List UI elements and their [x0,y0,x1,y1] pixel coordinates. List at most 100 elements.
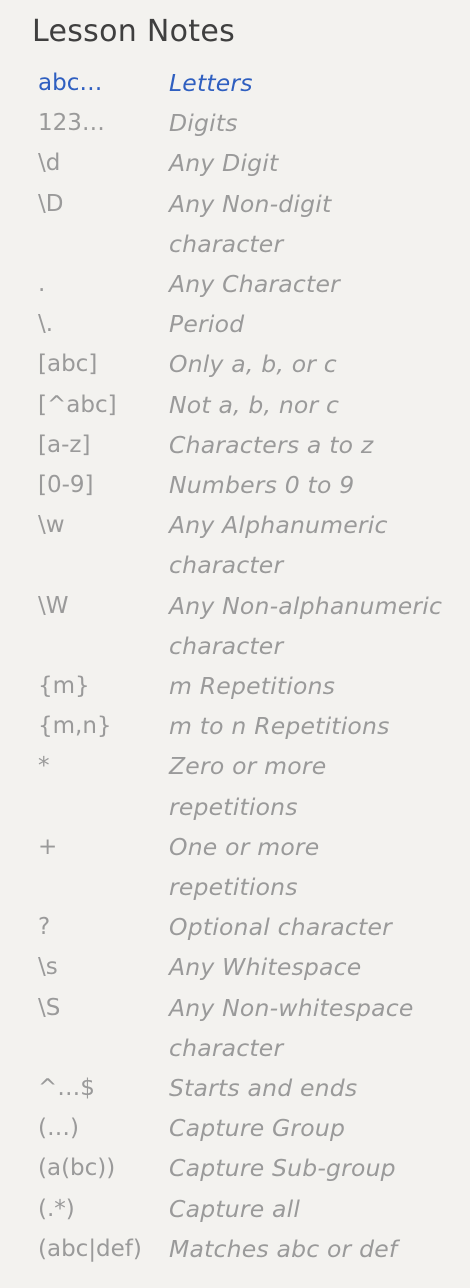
lesson-note-description-line: Capture Group [169,1114,346,1143]
lesson-note-description-line: Optional character [169,913,392,942]
lesson-notes-list: abc… Letters 123… Digits \d Any Digit \D Any No… [38,63,468,1269]
lesson-note-item[interactable]: [^abc] Not a, b, nor c [38,385,468,425]
lesson-note-description-line: Characters a to z [169,430,374,459]
lesson-note-description: Any Character [169,264,340,304]
lesson-note-item[interactable]: \S Any Non-whitespace character [38,988,468,1068]
lesson-note-symbol: [abc] [38,351,98,378]
lesson-note-symbol: \d [38,150,61,177]
lesson-note-description: Digits [169,103,238,143]
lesson-note-description-line: Capture Sub-group [169,1154,396,1183]
lesson-note-description-line: character [169,229,284,258]
lesson-note-symbol: [a-z] [38,431,91,458]
lesson-note-description-line: Any Character [169,270,340,299]
lesson-note-description: Characters a to z [169,425,373,465]
lesson-note-description-line: Digits [169,109,238,138]
lesson-note-description: Capture all [169,1189,300,1229]
lesson-note-symbol: {m} [38,673,90,700]
lesson-note-description: Zero or more repetitions [169,746,326,826]
lesson-note-description-line: repetitions [169,792,298,821]
lesson-note-description: Any Alphanumeric character [169,505,388,585]
lesson-note-symbol: \S [38,994,61,1021]
lesson-note-item[interactable]: (.*) Capture all [38,1189,468,1229]
lesson-note-description-line: Any Digit [169,149,279,178]
lesson-note-symbol: * [38,753,50,780]
lesson-note-description-line: Starts and ends [169,1074,358,1103]
lesson-note-item[interactable]: [abc] Only a, b, or c [38,344,468,384]
lesson-note-item[interactable]: (abc|def) Matches abc or def [38,1229,468,1269]
lesson-notes-heading: Lesson Notes [32,14,236,49]
lesson-note-description-line: Zero or more [169,752,327,781]
lesson-note-description-line: Not a, b, nor c [169,390,340,419]
lesson-note-symbol: [^abc] [38,391,117,418]
lesson-note-description-line: m to n Repetitions [169,712,390,741]
lesson-note-symbol: (.*) [38,1195,75,1222]
lesson-note-description-line: Any Non-alphanumeric [169,591,443,620]
lesson-note-description-line: Period [169,310,245,339]
lesson-note-symbol: + [38,833,58,860]
lesson-note-description-line: Capture all [169,1194,301,1223]
lesson-note-symbol: . [38,271,46,298]
lesson-note-symbol: \D [38,190,64,217]
lesson-note-description: Period [169,304,244,344]
lesson-note-item[interactable]: \D Any Non-digit character [38,184,468,264]
lesson-note-symbol: ^…$ [38,1075,95,1102]
lesson-note-symbol: [0-9] [38,472,94,499]
lesson-note-description: One or more repetitions [169,827,319,907]
lesson-note-symbol: \s [38,954,58,981]
lesson-note-symbol: abc… [38,70,103,96]
lesson-note-description: Optional character [169,907,392,947]
lesson-note-description: Numbers 0 to 9 [169,465,354,505]
lesson-note-item[interactable]: [0-9] Numbers 0 to 9 [38,465,468,505]
lesson-note-item[interactable]: \. Period [38,304,468,344]
lesson-note-description-line: Any Non-digit [169,189,332,218]
lesson-note-symbol: \W [38,592,69,619]
lesson-note-description-line: Matches abc or def [169,1234,398,1263]
lesson-note-description-line: Letters [169,69,253,97]
lesson-note-description-line: Numbers 0 to 9 [169,471,355,500]
lesson-note-description-line: Any Alphanumeric [169,511,388,540]
lesson-note-description-line: Any Non-whitespace [169,993,414,1022]
lesson-note-description-line: One or more [169,832,320,861]
lesson-note-description: Only a, b, or c [169,344,337,384]
lesson-note-item[interactable]: (…) Capture Group [38,1108,468,1148]
lesson-note-item[interactable]: + One or more repetitions [38,827,468,907]
lesson-note-item[interactable]: (a(bc)) Capture Sub-group [38,1148,468,1188]
lesson-note-description: Capture Group [169,1108,345,1148]
lesson-note-item[interactable]: {m,n} m to n Repetitions [38,706,468,746]
lesson-note-description-line: Any Whitespace [169,953,362,982]
lesson-note-symbol: (…) [38,1115,79,1142]
lesson-note-item[interactable]: . Any Character [38,264,468,304]
lesson-note-description-line: Only a, b, or c [169,350,337,379]
lesson-note-description: Any Non-alphanumeric character [169,586,442,666]
lesson-note-item[interactable]: \s Any Whitespace [38,947,468,987]
lesson-note-item[interactable]: [a-z] Characters a to z [38,425,468,465]
lesson-note-description-line: character [169,1033,284,1062]
lesson-note-description: m Repetitions [169,666,335,706]
lesson-note-description: Not a, b, nor c [169,385,339,425]
lesson-note-description: Letters [169,63,253,103]
lesson-note-item[interactable]: {m} m Repetitions [38,666,468,706]
lesson-note-description: Any Digit [169,143,278,183]
lesson-note-description: Any Non-digit character [169,184,331,264]
lesson-note-item[interactable]: \d Any Digit [38,143,468,183]
lesson-notes-panel: Lesson Notes abc… Letters 123… Digits \d Any … [0,0,470,1288]
lesson-note-description: m to n Repetitions [169,706,390,746]
lesson-note-item[interactable]: 123… Digits [38,103,468,143]
lesson-note-item[interactable]: * Zero or more repetitions [38,746,468,826]
lesson-note-item[interactable]: \w Any Alphanumeric character [38,505,468,585]
lesson-note-item[interactable]: abc… Letters [38,63,468,103]
lesson-note-description: Matches abc or def [169,1229,397,1269]
lesson-note-item[interactable]: ^…$ Starts and ends [38,1068,468,1108]
lesson-note-symbol: \. [38,311,54,338]
lesson-note-item[interactable]: \W Any Non-alphanumeric character [38,586,468,666]
lesson-note-description-line: character [169,551,284,580]
lesson-note-description-line: m Repetitions [169,672,336,701]
lesson-note-symbol: (abc|def) [38,1235,142,1262]
lesson-note-symbol: (a(bc)) [38,1155,116,1182]
lesson-note-description-line: repetitions [169,873,298,902]
lesson-note-item[interactable]: ? Optional character [38,907,468,947]
lesson-note-symbol: \w [38,512,65,539]
lesson-note-description: Starts and ends [169,1068,357,1108]
lesson-note-symbol: {m,n} [38,713,112,740]
lesson-note-description: Capture Sub-group [169,1148,396,1188]
